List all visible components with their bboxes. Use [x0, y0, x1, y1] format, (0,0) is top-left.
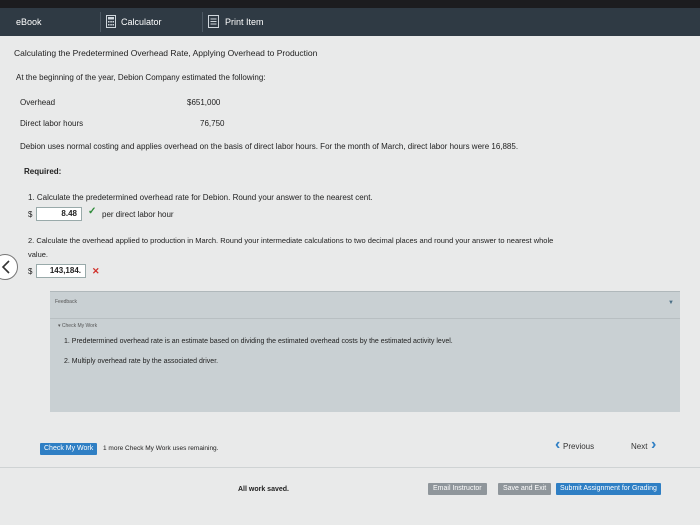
save-and-exit-button[interactable]: Save and Exit [498, 483, 552, 495]
expand-caret-icon: ▼ [668, 300, 674, 306]
check-my-work-toggle[interactable]: ▾ Check My Work [58, 323, 97, 329]
tab-ebook[interactable]: eBook [0, 12, 96, 32]
required-label: Required: [24, 167, 62, 176]
correct-check-icon: ✓ [88, 206, 97, 217]
question-2-text-cont: value. [28, 250, 49, 259]
question-2-answer-input[interactable]: 143,184. [36, 264, 86, 278]
question-2-currency: $ [28, 267, 33, 276]
problem-title: Calculating the Predetermined Overhead R… [14, 48, 318, 58]
check-my-work-button[interactable]: Check My Work [40, 443, 98, 455]
next-label: Next [631, 442, 648, 451]
print-icon [208, 15, 219, 28]
feedback-panel: Feedback ▼ ▾ Check My Work 1. Predetermi… [50, 291, 680, 412]
chevron-left-icon [1, 260, 10, 274]
saved-status: All work saved. [238, 486, 289, 493]
assignment-content: Calculating the Predetermined Overhead R… [0, 36, 700, 525]
email-instructor-button[interactable]: Email Instructor [428, 483, 487, 495]
question-1-currency: $ [28, 210, 33, 219]
question-1-text: 1. Calculate the predetermined overhead … [28, 193, 373, 202]
back-arrow-button[interactable] [0, 254, 18, 280]
next-button[interactable]: Next › [631, 436, 656, 453]
chevron-right-icon: › [651, 436, 657, 453]
submit-assignment-button[interactable]: Submit Assignment for Grading [556, 483, 661, 495]
previous-label: Previous [563, 442, 595, 451]
feedback-item-1: 1. Predetermined overhead rate is an est… [64, 338, 453, 345]
tab-print-item-label: Print Item [225, 17, 264, 27]
chevron-left-icon: ‹ [555, 436, 561, 453]
tab-ebook-label: eBook [16, 17, 42, 27]
check-remaining-text: 1 more Check My Work uses remaining. [103, 445, 219, 452]
tab-print-item[interactable]: Print Item [202, 12, 298, 32]
question-1-answer-input[interactable]: 8.48 [36, 207, 82, 221]
question-2-text: 2. Calculate the overhead applied to pro… [28, 236, 554, 245]
calculator-icon [106, 15, 116, 28]
estimate-overhead-label: Overhead [20, 98, 56, 107]
incorrect-x-icon: ✕ [92, 266, 100, 276]
feedback-header-label: Feedback [55, 299, 77, 305]
previous-button[interactable]: ‹ Previous [555, 436, 595, 453]
estimate-labor-hours-label: Direct labor hours [20, 119, 84, 128]
tab-calculator[interactable]: Calculator [100, 12, 196, 32]
screen: eBook Calculator Print Item Calculating … [0, 8, 700, 525]
feedback-item-2: 2. Multiply overhead rate by the associa… [64, 358, 219, 365]
problem-description: Debion uses normal costing and applies o… [20, 142, 519, 151]
tab-calculator-label: Calculator [121, 17, 162, 27]
footer-divider [0, 467, 700, 468]
problem-intro: At the beginning of the year, Debion Com… [16, 73, 266, 82]
estimate-overhead-value: $651,000 [187, 98, 221, 107]
question-1-unit: per direct labor hour [102, 210, 174, 219]
feedback-header[interactable]: Feedback ▼ [50, 292, 680, 319]
estimate-labor-hours-value: 76,750 [200, 119, 225, 128]
tab-bar: eBook Calculator Print Item [0, 8, 700, 36]
